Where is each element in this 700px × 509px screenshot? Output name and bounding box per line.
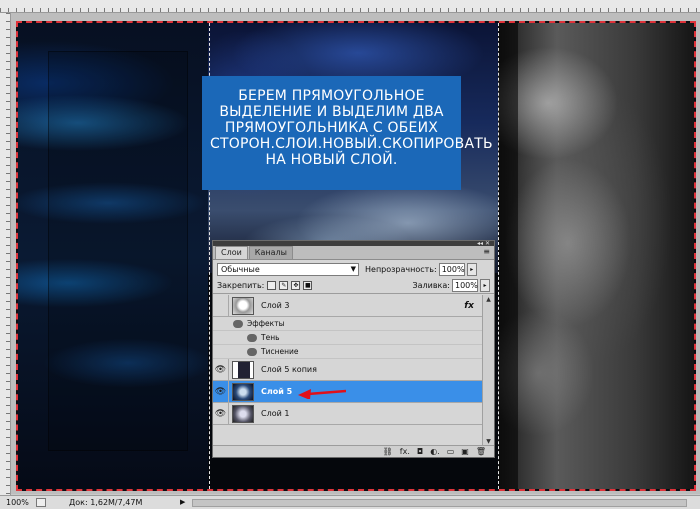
lock-row: Закрепить: ✎ ✥ ■ Заливка: 100% ▸ <box>213 278 494 294</box>
layer-name: Слой 1 <box>261 409 290 418</box>
trash-icon[interactable]: 🗑 <box>476 447 486 456</box>
visibility-toggle-icon[interactable]: 👁 <box>213 403 229 424</box>
layer-row-sloy-5[interactable]: 👁 Слой 5 <box>213 381 482 403</box>
fx-icon[interactable]: fx <box>464 301 474 311</box>
opacity-field[interactable]: 100% <box>438 262 465 276</box>
layer-name: Слой 5 <box>261 387 293 396</box>
layer-row-sloy-1[interactable]: 👁 Слой 1 <box>213 403 482 425</box>
layer-thumbnail <box>232 404 254 423</box>
layer-thumbnail <box>232 360 254 379</box>
selection-guide-right <box>498 23 499 489</box>
frost-texture-image-right <box>498 23 694 489</box>
adjustment-icon[interactable]: ◐. <box>430 447 440 456</box>
red-pointer-arrow-icon <box>298 389 346 399</box>
opacity-label: Непрозрачность: <box>365 264 437 274</box>
effect-name: Тиснение <box>261 347 299 356</box>
tab-layers[interactable]: Слои <box>215 246 248 259</box>
lock-transparency-icon[interactable] <box>267 281 277 290</box>
horizontal-ruler[interactable] <box>0 0 700 13</box>
right-shadow-strip <box>498 23 518 489</box>
panel-bottom-bar: ⛓ fx. ◘ ◐. ▭ ▣ 🗑 <box>213 445 494 457</box>
link-icon[interactable]: ⛓ <box>383 447 393 456</box>
tab-channels[interactable]: Каналы <box>248 246 293 259</box>
instruction-caption: БЕРЕМ ПРЯМОУГОЛЬНОЕ ВЫДЕЛЕНИЕ И ВЫДЕЛИМ … <box>202 76 493 190</box>
visibility-toggle-icon[interactable]: 👁 <box>213 381 229 402</box>
chevron-down-icon: ▼ <box>350 264 356 273</box>
lock-position-icon[interactable]: ✥ <box>291 281 301 290</box>
scroll-up-icon[interactable]: ▲ <box>483 295 494 305</box>
lock-pixels-icon[interactable]: ✎ <box>279 281 289 290</box>
zoom-level[interactable]: 100% <box>6 496 29 509</box>
opacity-slider-button[interactable]: ▸ <box>466 262 477 276</box>
effects-label: Эффекты <box>247 319 285 328</box>
visibility-toggle-icon[interactable]: ● <box>213 295 229 316</box>
layer-list-scrollbar[interactable]: ▲ ▼ <box>482 295 494 447</box>
layer-row-sloy-3[interactable]: ● Слой 3 fx <box>213 295 482 317</box>
layer-name: Слой 3 <box>261 301 290 310</box>
lock-label: Закрепить: <box>217 281 265 290</box>
effect-name: Тень <box>261 333 280 342</box>
new-layer-icon[interactable]: ▣ <box>461 447 469 456</box>
effect-eye-icon[interactable] <box>247 333 257 342</box>
blue-swirl-image-left <box>18 23 208 489</box>
mask-icon[interactable]: ◘ <box>417 447 423 456</box>
effect-row-shadow[interactable]: Тень <box>213 331 482 345</box>
horizontal-scrollbar[interactable] <box>192 499 687 507</box>
effect-row-emboss[interactable]: Тиснение <box>213 345 482 359</box>
blend-mode-value: Обычные <box>221 264 260 274</box>
layer-list: ● Слой 3 fx Эффекты Тень Тиснение 👁 Слой… <box>213 295 482 447</box>
panel-menu-icon[interactable]: ≡ <box>483 247 490 256</box>
fill-label: Заливка: <box>412 281 451 290</box>
effect-eye-icon[interactable] <box>247 347 257 356</box>
panel-tabs: Слои Каналы ≡ <box>213 246 494 260</box>
blend-mode-select[interactable]: Обычные ▼ <box>217 262 359 276</box>
layer-row-sloy-5-kopiya[interactable]: 👁 Слой 5 копия <box>213 359 482 381</box>
document-size: Док: 1,62M/7,47M <box>69 498 143 507</box>
fill-field[interactable]: 100% <box>452 279 478 292</box>
fill-slider-button[interactable]: ▸ <box>480 279 490 292</box>
fx-icon[interactable]: fx. <box>400 447 410 456</box>
lock-all-icon[interactable]: ■ <box>303 281 313 290</box>
status-menu-icon[interactable]: ▶ <box>180 496 185 509</box>
effects-eye-icon[interactable] <box>233 319 243 328</box>
vertical-ruler[interactable] <box>0 13 11 495</box>
left-selection-rectangle <box>48 51 188 451</box>
zoom-menu-icon[interactable] <box>36 498 46 507</box>
group-icon[interactable]: ▭ <box>447 447 455 456</box>
status-bar: 100% Док: 1,62M/7,47M ▶ <box>0 495 700 509</box>
layer-name: Слой 5 копия <box>261 365 317 374</box>
photoshop-workspace: БЕРЕМ ПРЯМОУГОЛЬНОЕ ВЫДЕЛЕНИЕ И ВЫДЕЛИМ … <box>0 0 700 509</box>
layers-panel: ◂◂ ✕ Слои Каналы ≡ Обычные ▼ Непрозрачно… <box>212 240 495 458</box>
layer-thumbnail <box>232 382 254 401</box>
blend-row: Обычные ▼ Непрозрачность: 100% ▸ <box>213 260 494 278</box>
layer-thumbnail <box>232 296 254 315</box>
effects-group-row[interactable]: Эффекты <box>213 317 482 331</box>
visibility-toggle-icon[interactable]: 👁 <box>213 359 229 380</box>
